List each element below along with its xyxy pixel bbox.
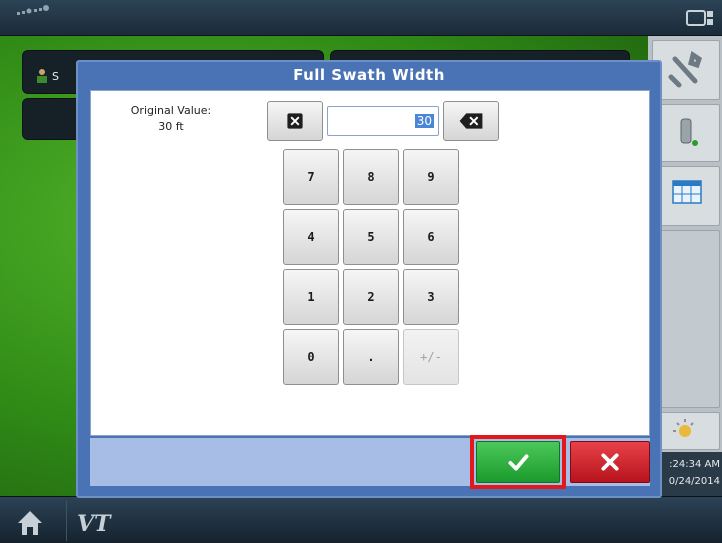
vt-icon: VT <box>77 511 112 537</box>
top-status-bar <box>0 0 722 36</box>
implement-icon <box>680 118 698 146</box>
home-button[interactable] <box>4 501 64 541</box>
key-8[interactable]: 8 <box>343 149 399 205</box>
original-value: 30 ft <box>158 120 184 133</box>
layout-button[interactable] <box>652 166 720 226</box>
dialog-footer <box>90 438 650 486</box>
clear-button[interactable] <box>267 101 323 141</box>
close-icon <box>601 453 619 471</box>
key-plus-minus: +/- <box>403 329 459 385</box>
value-input-text: 30 <box>414 114 434 128</box>
key-9[interactable]: 9 <box>403 149 459 205</box>
vt-button[interactable]: VT <box>66 501 122 541</box>
key-4[interactable]: 4 <box>283 209 339 265</box>
key-7[interactable]: 7 <box>283 149 339 205</box>
key-0[interactable]: 0 <box>283 329 339 385</box>
brightness-button[interactable] <box>652 412 720 450</box>
settings-button[interactable] <box>652 40 720 100</box>
bottom-nav-bar: VT <box>0 496 722 543</box>
value-input[interactable]: 30 <box>327 106 439 136</box>
sun-icon <box>673 419 694 437</box>
key-6[interactable]: 6 <box>403 209 459 265</box>
full-swath-width-dialog: Full Swath Width Original Value: 30 ft 3… <box>76 60 662 498</box>
implement-button[interactable] <box>652 104 720 162</box>
dialog-title: Full Swath Width <box>293 66 445 84</box>
checkmark-icon <box>508 454 529 471</box>
gps-icon <box>17 5 49 15</box>
map-panel-button[interactable] <box>22 98 82 140</box>
original-value-block: Original Value: 30 ft <box>121 103 221 135</box>
key-decimal[interactable]: . <box>343 329 399 385</box>
clear-icon <box>287 113 303 129</box>
key-2[interactable]: 2 <box>343 269 399 325</box>
svg-text:VT: VT <box>77 511 112 537</box>
right-panel-empty <box>652 230 720 408</box>
key-5[interactable]: 5 <box>343 209 399 265</box>
cancel-button[interactable] <box>570 441 650 483</box>
key-3[interactable]: 3 <box>403 269 459 325</box>
original-value-label: Original Value: <box>130 104 212 117</box>
wrench-icon <box>668 50 702 88</box>
operator-label: S <box>52 70 59 83</box>
backspace-icon <box>459 113 483 129</box>
grid-table-icon <box>672 180 702 204</box>
dialog-body: Original Value: 30 ft 30 7 8 9 4 5 6 1 2 <box>90 90 650 436</box>
backspace-button[interactable] <box>443 101 499 141</box>
key-1[interactable]: 1 <box>283 269 339 325</box>
home-icon <box>18 511 42 535</box>
operator-icon <box>37 69 47 83</box>
accept-button[interactable] <box>476 441 560 483</box>
screen-icon[interactable] <box>686 9 714 27</box>
